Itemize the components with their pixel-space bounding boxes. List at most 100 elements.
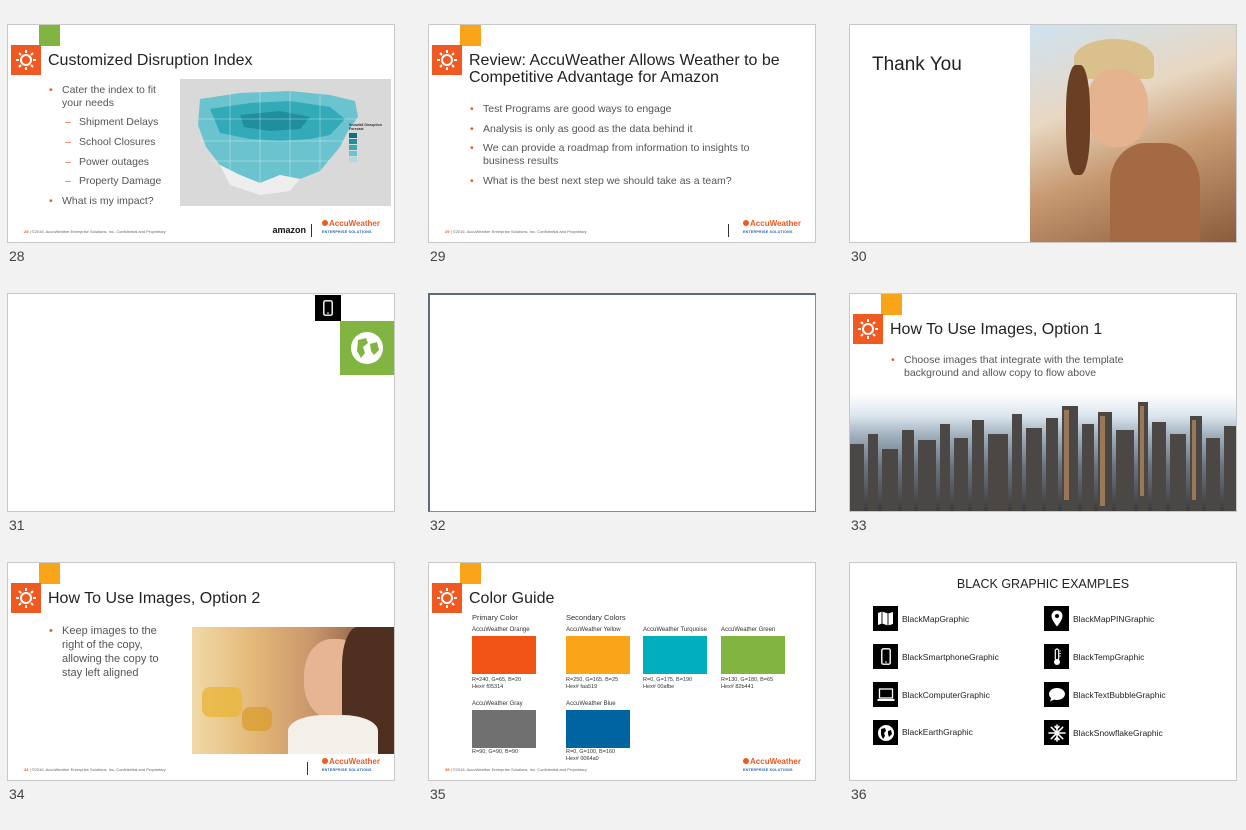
graphic-label: BlackTempGraphic: [1073, 652, 1145, 662]
color-name: AccuWeather Orange: [472, 627, 530, 633]
color-values: R=250, G=165, B=25 Hex# faa519: [566, 677, 619, 690]
graphic-label: BlackMapPINGraphic: [1073, 614, 1155, 624]
slide-footer: 35 | ©2016, AccuWeather Enterprise Solut…: [445, 767, 587, 772]
slide-thumbnail-33[interactable]: How To Use Images, Option 1 • Choose imag…: [849, 293, 1237, 512]
sun-logo-icon: [432, 45, 462, 75]
bullet: • We can provide a roadmap from informati…: [470, 142, 750, 167]
slide-number: 32: [430, 517, 446, 533]
graphic-label: BlackSmartphoneGraphic: [902, 652, 999, 662]
accent-square: [39, 25, 60, 46]
bullet: • Cater the index to fit your needs: [49, 84, 156, 109]
snowflake-icon: [1044, 720, 1069, 745]
slide-thumbnail-31[interactable]: [7, 293, 395, 512]
slide-thumbnail-28[interactable]: Customized Disruption Index • Cater the i…: [7, 24, 395, 243]
slide-number: 31: [9, 517, 25, 533]
color-swatch-yellow: [566, 636, 630, 674]
slide-thumbnail-36[interactable]: BLACK GRAPHIC EXAMPLES BlackMapGraphic B…: [849, 562, 1237, 781]
color-values: R=90, G=90, B=90: [472, 749, 519, 755]
slide-number: 29: [430, 248, 446, 264]
accuweather-logo: AccuWeather ENTERPRISE SOLUTIONS: [743, 757, 801, 772]
slide-footer: 34 | ©2016, AccuWeather Enterprise Solut…: [24, 767, 166, 772]
sun-logo-icon: [853, 314, 883, 344]
sun-logo-icon: [11, 45, 41, 75]
primary-color-label: Primary Color: [472, 613, 518, 622]
slide-thumbnail-32[interactable]: [428, 293, 816, 512]
color-values: R=240, G=65, B=20 Hex# f05314: [472, 677, 522, 690]
bullet: • What is my impact?: [49, 195, 154, 207]
slide-footer: 29 | ©2016, AccuWeather Enterprise Solut…: [445, 229, 587, 234]
graphic-label: BlackTextBubbleGraphic: [1073, 690, 1166, 700]
sun-logo-icon: [11, 583, 41, 613]
slide-title: How To Use Images, Option 2: [48, 590, 261, 607]
text-bubble-icon: [1044, 682, 1069, 707]
smartphone-icon: [315, 295, 341, 321]
slide-number: 34: [9, 786, 25, 802]
bullet: • Analysis is only as good as the data be…: [470, 123, 693, 135]
sub-bullet: – Shipment Delays: [65, 116, 159, 128]
slide-thumbnail-34[interactable]: How To Use Images, Option 2 • Keep images…: [7, 562, 395, 781]
accent-square: [881, 294, 902, 315]
accent-square: [39, 563, 60, 584]
earth-icon: [340, 321, 394, 375]
slide-thumbnail-30[interactable]: Thank You: [849, 24, 1237, 243]
color-name: AccuWeather Yellow: [566, 627, 621, 633]
accent-square: [460, 563, 481, 584]
graphic-label: BlackComputerGraphic: [902, 690, 990, 700]
slide-title: How To Use Images, Option 1: [890, 321, 1103, 338]
slide-title: BLACK GRAPHIC EXAMPLES: [956, 577, 1130, 591]
secondary-colors-label: Secondary Colors: [566, 613, 626, 622]
accuweather-logo: AccuWeather ENTERPRISE SOLUTIONS: [743, 219, 801, 234]
slide-title: Color Guide: [469, 590, 555, 607]
map-icon: [873, 606, 898, 631]
color-swatch-orange: [472, 636, 536, 674]
logo-divider: [728, 224, 729, 237]
color-swatch-turquoise: [643, 636, 707, 674]
slide-thumbnail-29[interactable]: Review: AccuWeather Allows Weather to be…: [428, 24, 816, 243]
color-swatch-gray: [472, 710, 536, 748]
bullet: • Test Programs are good ways to engage: [470, 103, 672, 115]
color-values: R=130, G=180, B=65 Hex# 82b441: [721, 677, 774, 690]
sub-bullet: – School Closures: [65, 136, 156, 148]
graphic-label: BlackEarthGraphic: [902, 727, 973, 737]
us-disruption-map: Snowfall Disruption Forecast: [180, 79, 391, 206]
map-legend: Snowfall Disruption Forecast: [349, 123, 387, 162]
slide-title: Thank You: [872, 54, 962, 75]
slide-footer: 28 | ©2016, AccuWeather Enterprise Solut…: [24, 229, 166, 234]
graphic-label: BlackSnowflakeGraphic: [1073, 728, 1163, 738]
map-pin-icon: [1044, 606, 1069, 631]
sun-logo-icon: [432, 583, 462, 613]
slide-title: Review: AccuWeather Allows Weather to be…: [469, 52, 780, 86]
smartphone-icon: [873, 644, 898, 669]
slide-number: 28: [9, 248, 25, 264]
slide-title: Customized Disruption Index: [48, 52, 253, 69]
sub-bullet: – Property Damage: [65, 175, 162, 187]
color-values: R=0, G=175, B=190 Hex# 00afbe: [643, 677, 693, 690]
sub-bullet: – Power outages: [65, 156, 150, 168]
color-name: AccuWeather Gray: [472, 701, 523, 707]
logo-divider: [311, 224, 312, 237]
thermometer-icon: [1044, 644, 1069, 669]
color-name: AccuWeather Turquoise: [643, 627, 707, 633]
bullet: • Keep images to the right of the copy, a…: [49, 625, 159, 679]
color-swatch-blue: [566, 710, 630, 748]
bullet: • Choose images that integrate with the t…: [891, 354, 1124, 379]
slide-number: 33: [851, 517, 867, 533]
accuweather-logo: AccuWeather ENTERPRISE SOLUTIONS: [322, 219, 380, 234]
graphic-label: BlackMapGraphic: [902, 614, 970, 624]
accuweather-logo: AccuWeather ENTERPRISE SOLUTIONS: [322, 757, 380, 772]
slide-number: 36: [851, 786, 867, 802]
slide-thumbnail-35[interactable]: Color Guide Primary Color Secondary Colo…: [428, 562, 816, 781]
slide-number: 30: [851, 248, 867, 264]
color-name: AccuWeather Blue: [566, 701, 616, 707]
woman-street-photo: [192, 627, 394, 754]
city-skyline-photo: [850, 394, 1236, 511]
color-name: AccuWeather Green: [721, 627, 776, 633]
amazon-logo: amazon: [272, 225, 306, 235]
color-swatch-green: [721, 636, 785, 674]
thank-you-photo: [1030, 25, 1236, 242]
bullet: • What is the best next step we should ta…: [470, 175, 732, 187]
color-values: R=0, G=100, B=160 Hex# 0064a0: [566, 749, 616, 762]
computer-icon: [873, 682, 898, 707]
logo-divider: [307, 762, 308, 775]
slide-number: 35: [430, 786, 446, 802]
